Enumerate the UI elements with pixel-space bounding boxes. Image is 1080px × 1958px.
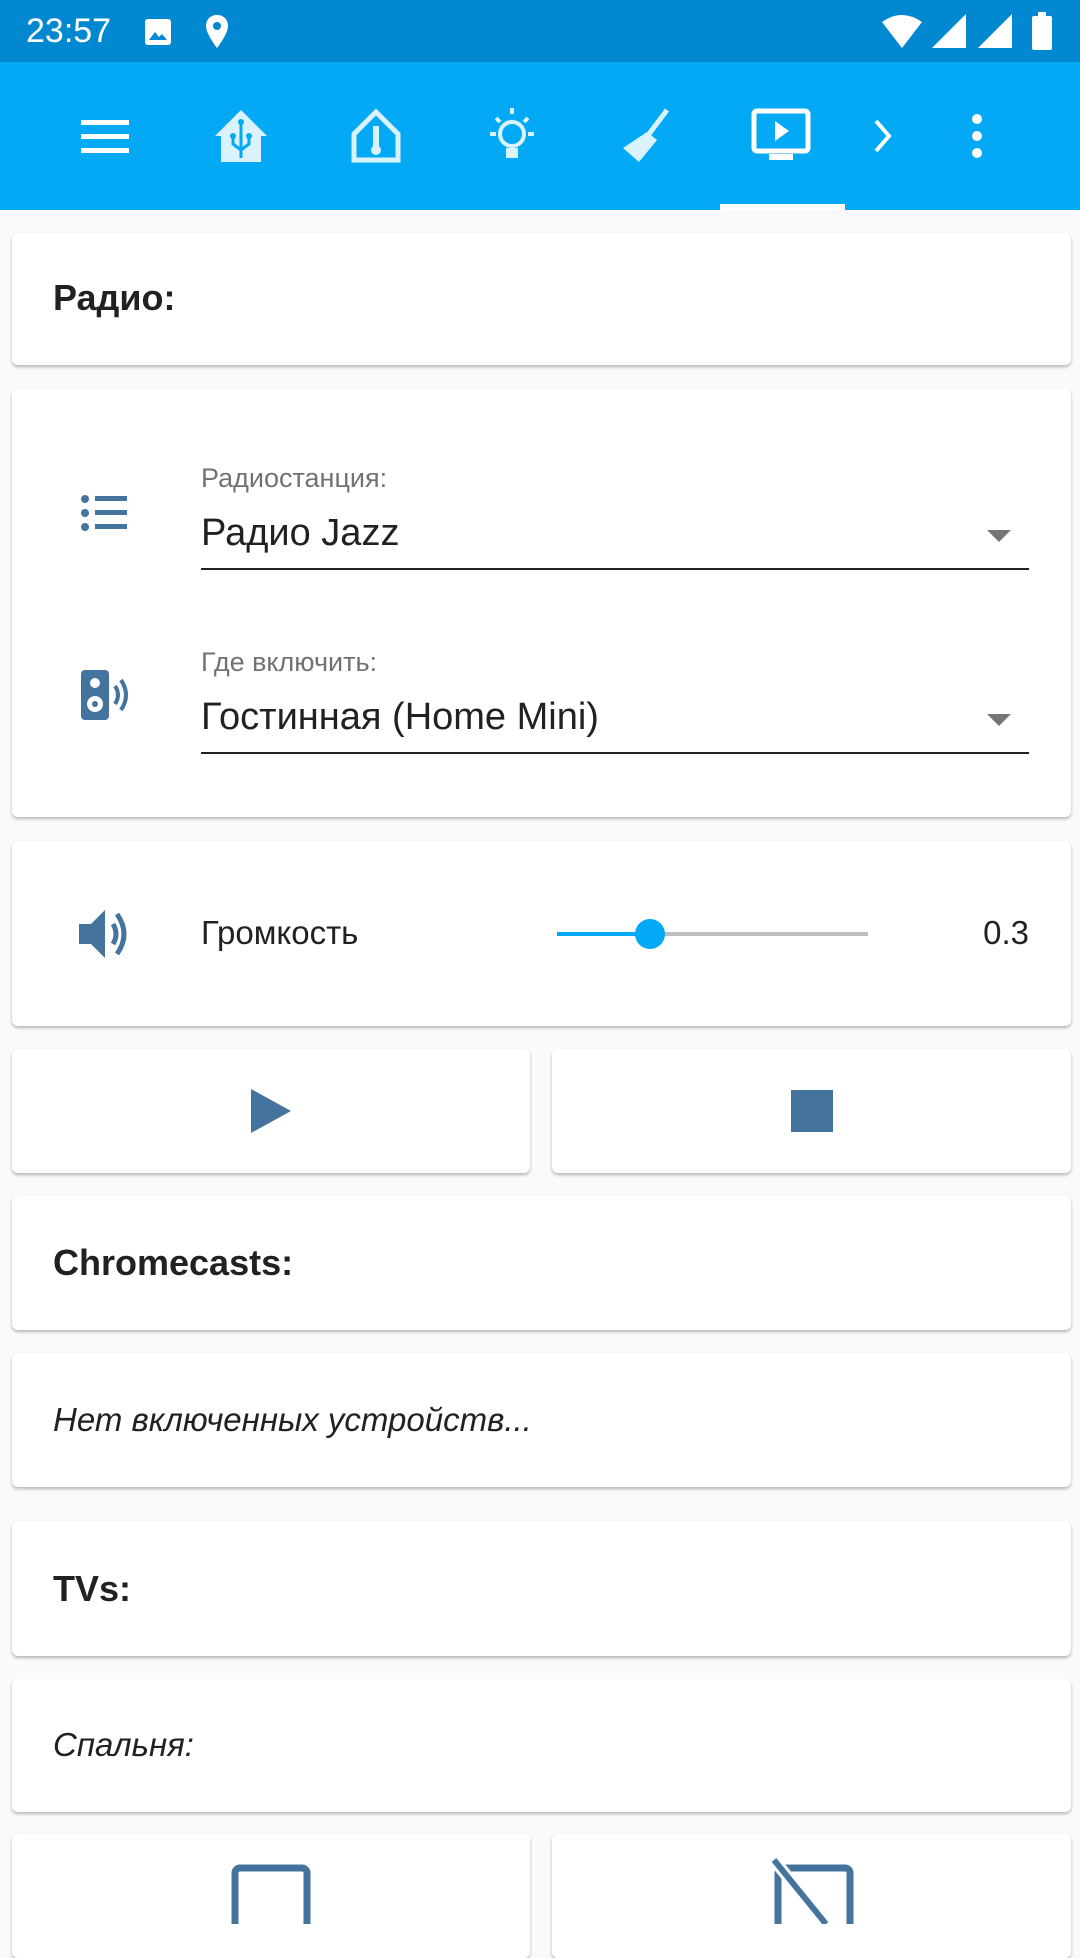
tab-home[interactable] — [211, 106, 271, 166]
tab-media[interactable] — [751, 106, 811, 166]
volume-high-icon — [79, 910, 127, 958]
play-button[interactable] — [12, 1049, 530, 1173]
bedroom-tv-card: Спальня: — [12, 1679, 1071, 1812]
tab-vacuum[interactable] — [615, 106, 675, 166]
location-icon — [206, 15, 228, 48]
where-label: Где включить: — [201, 647, 378, 677]
tv-off-button[interactable] — [552, 1834, 1071, 1958]
dropdown-arrow-icon — [987, 714, 1011, 726]
radio-header-card: Радио: — [12, 233, 1071, 365]
chromecasts-empty-card: Нет включенных устройств... — [12, 1353, 1071, 1487]
station-underline — [201, 568, 1029, 570]
speaker-wireless-icon — [81, 670, 128, 720]
tv-on-button[interactable] — [12, 1834, 530, 1958]
radio-title: Радио: — [53, 277, 176, 318]
clock: 23:57 — [26, 12, 112, 50]
volume-label: Громкость — [201, 914, 359, 951]
chromecasts-title: Chromecasts: — [53, 1242, 294, 1283]
tvs-title: TVs: — [53, 1568, 132, 1609]
tab-lights[interactable] — [482, 106, 542, 166]
station-label: Радиостанция: — [201, 463, 388, 493]
menu-button[interactable] — [75, 106, 135, 166]
tablet-icon — [231, 1864, 311, 1924]
status-bar: 23:57 — [0, 0, 1080, 62]
scroll-tabs-right-button[interactable] — [853, 106, 913, 166]
station-value[interactable]: Радио Jazz — [201, 512, 399, 555]
play-icon — [251, 1089, 291, 1133]
signal-icon — [978, 14, 1012, 48]
radio-selection-card: Радиостанция: Радио Jazz Где включить: Г… — [12, 389, 1071, 817]
where-value[interactable]: Гостинная (Home Mini) — [201, 696, 599, 739]
playlist-icon — [81, 495, 127, 531]
battery-icon — [1032, 12, 1052, 50]
stop-button[interactable] — [552, 1049, 1071, 1173]
more-vert-icon — [972, 114, 982, 158]
tab-climate[interactable] — [346, 106, 406, 166]
volume-card: Громкость 0.3 — [12, 841, 1071, 1026]
chevron-right-icon — [874, 119, 892, 153]
dropdown-arrow-icon — [987, 530, 1011, 542]
bedroom-label: Спальня: — [53, 1726, 194, 1763]
stop-icon — [790, 1090, 833, 1132]
chromecasts-header-card: Chromecasts: — [12, 1196, 1071, 1330]
volume-slider[interactable] — [557, 916, 868, 952]
chromecasts-empty-text: Нет включенных устройств... — [53, 1401, 532, 1438]
toolbar — [0, 62, 1080, 210]
broom-icon — [623, 108, 669, 162]
home-assistant-icon — [215, 110, 267, 162]
volume-value: 0.3 — [983, 914, 1029, 951]
wifi-icon — [882, 15, 922, 48]
image-icon — [145, 19, 171, 45]
active-tab-indicator — [720, 204, 845, 210]
lightbulb-icon — [490, 108, 534, 158]
home-thermometer-icon — [351, 108, 401, 163]
tablet-off-icon — [769, 1858, 853, 1924]
signal-icon — [932, 14, 966, 48]
slider-thumb[interactable] — [635, 919, 666, 949]
overflow-menu-button[interactable] — [947, 106, 1007, 166]
where-underline — [201, 752, 1029, 754]
tvs-header-card: TVs: — [12, 1521, 1071, 1656]
television-play-icon — [751, 108, 811, 160]
menu-icon — [81, 120, 129, 153]
